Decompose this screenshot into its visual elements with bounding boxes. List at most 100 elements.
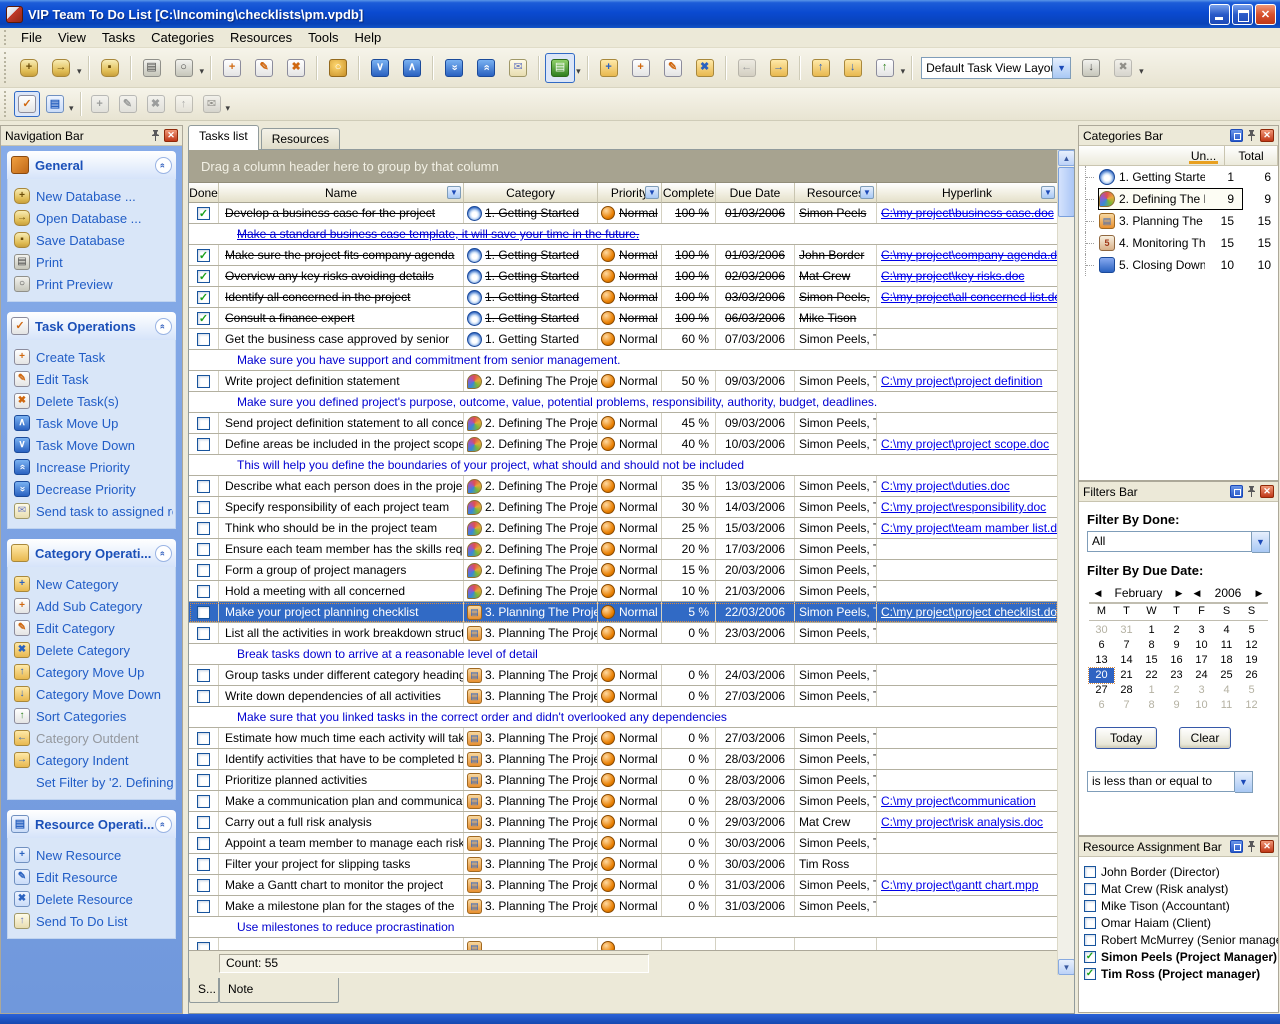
layout-select[interactable]: Default Task View Layout▼ [921,57,1071,79]
decrease-priority-button[interactable] [439,53,469,83]
pin-icon[interactable] [1246,841,1257,852]
table-row[interactable]: Define areas be included in the project … [189,434,1058,455]
group-by-bar[interactable]: Drag a column header here to group by th… [189,150,1058,183]
resource-item[interactable]: Mike Tison (Accountant) [1079,897,1278,914]
hyperlink[interactable]: C:\my project\risk analysis.doc [881,815,1043,829]
calendar-day[interactable]: 21 [1114,668,1139,683]
sidebar-item-print-preview[interactable]: Print Preview [14,273,173,295]
table-row[interactable]: ✓Make sure the project fits company agen… [189,245,1058,266]
sidebar-item-send-task-to-assigned[interactable]: Send task to assigned res... [14,500,173,522]
nav-group-header[interactable]: General« [7,151,176,179]
menu-resources[interactable]: Resources [222,29,300,46]
close-icon[interactable]: ✕ [1260,129,1274,142]
filter-arrow-icon[interactable]: ▼ [447,186,461,199]
dropdown-caret[interactable]: ▾ [1139,58,1146,77]
calendar-day[interactable]: 20 [1089,668,1114,683]
tab-resources[interactable]: Resources [261,128,340,150]
next-month-icon[interactable]: ▶ [1170,588,1188,599]
scroll-up-icon[interactable]: ▲ [1058,150,1075,166]
done-checkbox[interactable] [197,816,210,829]
done-checkbox[interactable] [197,690,210,703]
calendar-day[interactable]: 3 [1189,623,1214,638]
scroll-thumb[interactable] [1058,167,1075,217]
create-task-button[interactable] [217,53,247,83]
hyperlink[interactable]: C:\my project\gantt chart.mpp [881,878,1038,892]
sidebar-item-delete-resource[interactable]: Delete Resource [14,888,173,910]
sidebar-item-open-database[interactable]: Open Database ... [14,207,173,229]
done-checkbox[interactable] [197,522,210,535]
collapse-chevron-icon[interactable]: « [155,157,172,174]
calendar-day[interactable]: 16 [1164,653,1189,668]
sort-categories-button[interactable] [870,53,900,83]
done-checkbox[interactable] [197,585,210,598]
done-checkbox[interactable]: ✓ [197,291,210,304]
delete-layout-button[interactable] [1108,53,1138,83]
task-note-row[interactable]: Use milestones to reduce procrastination [189,917,1058,938]
column-header-due-date[interactable]: Due Date [716,183,795,203]
sidebar-item-edit-category[interactable]: Edit Category [14,617,173,639]
sidebar-item-delete-task[interactable]: Delete Task(s) [14,390,173,412]
calendar-day[interactable]: 4 [1214,683,1239,698]
hyperlink[interactable]: C:\my project\project definition [881,374,1042,388]
hyperlink[interactable]: C:\my project\duties.doc [881,479,1010,493]
due-date-condition-select[interactable]: is less than or equal to ▼ [1087,771,1253,793]
calendar-day[interactable]: 23 [1164,668,1189,683]
calendar-day[interactable]: 26 [1239,668,1264,683]
task-note-row[interactable]: Break tasks down to arrive at a reasonab… [189,644,1058,665]
task-note-row[interactable]: Make sure you have support and commitmen… [189,350,1058,371]
hyperlink[interactable]: C:\my project\key risks.doc [881,269,1024,283]
resource-checkbox[interactable] [1084,934,1096,946]
calendar-day[interactable]: 18 [1214,653,1239,668]
calendar-day[interactable]: 10 [1189,638,1214,653]
calendar-day[interactable]: 7 [1114,638,1139,653]
increase-priority-button[interactable] [471,53,501,83]
print-preview-button[interactable] [169,53,199,83]
nav-group-header[interactable]: Category Operati...« [7,539,176,567]
delete-category-button[interactable] [690,53,720,83]
dropdown-caret[interactable]: ▾ [200,58,207,77]
table-row[interactable]: Ensure each team member has the skills r… [189,539,1058,560]
float-icon[interactable] [1230,129,1243,142]
table-row[interactable]: Group tasks under different category hea… [189,665,1058,686]
print-button[interactable] [137,53,167,83]
hyperlink[interactable]: C:\my project\business case.doc [881,206,1054,220]
prev-month-icon[interactable]: ◀ [1089,588,1107,599]
menu-view[interactable]: View [50,29,94,46]
next-year-icon[interactable]: ▶ [1250,588,1268,599]
table-row[interactable]: Write down dependencies of all activitie… [189,686,1058,707]
sidebar-item-category-move-down[interactable]: Category Move Down [14,683,173,705]
done-checkbox[interactable]: ✓ [197,207,210,220]
calendar-day[interactable]: 3 [1189,683,1214,698]
column-header-total[interactable]: Total [1225,146,1278,165]
sidebar-item-decrease-priority[interactable]: Decrease Priority [14,478,173,500]
done-checkbox[interactable] [197,732,210,745]
category-item[interactable]: 1. Getting Started16 [1079,166,1278,188]
done-checkbox[interactable] [197,543,210,556]
edit-task-button[interactable] [249,53,279,83]
table-row[interactable]: Get the business case approved by senior… [189,329,1058,350]
menu-file[interactable]: File [13,29,50,46]
send-special-button[interactable] [199,91,225,117]
hyperlink[interactable]: C:\my project\team mamber list.doc [881,521,1058,535]
filter-arrow-icon[interactable]: ▼ [1041,186,1055,199]
calendar-day[interactable]: 14 [1114,653,1139,668]
table-row[interactable]: ✓Develop a business case for the project… [189,203,1058,224]
new-resource-button[interactable] [87,91,113,117]
resource-item[interactable]: Omar Haiam (Client) [1079,914,1278,931]
pin-icon[interactable] [150,130,161,141]
done-checkbox[interactable] [197,480,210,493]
tab-summary[interactable]: S... [189,978,219,1003]
task-move-down-button[interactable] [365,53,395,83]
table-row[interactable] [189,938,1058,950]
table-row[interactable]: Make your project planning checklist3. P… [189,602,1058,623]
task-note-row[interactable]: Make sure that you linked tasks in the c… [189,707,1058,728]
sidebar-item-sort-categories[interactable]: Sort Categories [14,705,173,727]
collapse-chevron-icon[interactable]: « [155,318,172,335]
table-row[interactable]: ✓Identify all concerned in the project1.… [189,287,1058,308]
calendar-day[interactable]: 15 [1139,653,1164,668]
calendar-day[interactable]: 4 [1214,623,1239,638]
add-sub-category-button[interactable] [626,53,656,83]
resources-view-button[interactable] [42,91,68,117]
calendar-day[interactable]: 12 [1239,698,1264,713]
menu-tools[interactable]: Tools [300,29,346,46]
